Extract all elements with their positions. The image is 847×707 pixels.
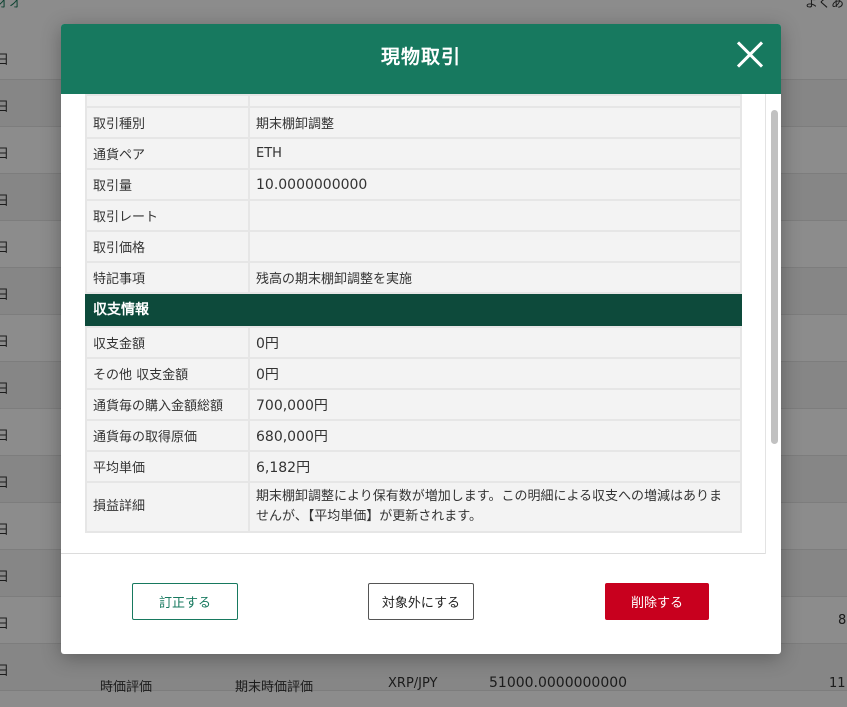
trade-detail-table: 取引種別 期末棚卸調整 通貨ペア ETH 取引量 10.0000000000 取引レー… [85,94,742,294]
section-title-income: 収支情報 [85,294,742,326]
row-label: 平均単価 [85,450,250,483]
exclude-button[interactable]: 対象外にする [368,583,474,620]
modal-body[interactable]: 取引種別 期末棚卸調整 通貨ペア ETH 取引量 10.0000000000 取引レー… [61,94,781,554]
table-row: 通貨毎の取得原価 680,000円 [85,419,742,452]
row-value: 0円 [248,326,742,359]
delete-button[interactable]: 削除する [605,583,709,620]
table-row: 特記事項 残高の期末棚卸調整を実施 [85,261,742,294]
correct-button[interactable]: 訂正する [132,583,238,620]
row-label: 通貨毎の取得原価 [85,419,250,452]
scrollbar[interactable] [765,94,781,554]
row-label: 取引レート [85,199,250,232]
table-row: 収支金額 0円 [85,326,742,359]
row-value: 残高の期末棚卸調整を実施 [248,261,742,294]
row-label: 取引種別 [85,106,250,139]
table-row: 平均単価 6,182円 [85,450,742,483]
row-value: ETH [248,137,742,170]
table-row: 通貨ペア ETH [85,137,742,170]
table-row: 損益詳細 期末棚卸調整により保有数が増加します。この明細による収支への増減はありま… [85,481,742,533]
row-value: 700,000円 [248,388,742,421]
row-value: 期末棚卸調整 [248,106,742,139]
row-value: 期末棚卸調整により保有数が増加します。この明細による収支への増減はありませんが、… [248,481,742,533]
row-value: 680,000円 [248,419,742,452]
row-label: 通貨毎の購入金額総額 [85,388,250,421]
row-label: 収支金額 [85,326,250,359]
row-value [248,199,742,232]
table-row: 取引価格 [85,230,742,263]
detail-scroll-area[interactable]: 取引種別 期末棚卸調整 通貨ペア ETH 取引量 10.0000000000 取引レー… [85,94,743,554]
scrollbar-thumb[interactable] [771,110,778,444]
table-row: 取引量 10.0000000000 [85,168,742,201]
table-row [85,94,742,108]
row-label: 損益詳細 [85,481,250,533]
row-label: 取引量 [85,168,250,201]
modal-footer: 訂正する 対象外にする 削除する [61,555,781,654]
row-value: 0円 [248,357,742,390]
table-row: 通貨毎の購入金額総額 700,000円 [85,388,742,421]
close-icon[interactable] [735,40,765,70]
modal-title: 現物取引 [380,46,461,68]
table-row: 取引レート [85,199,742,232]
table-row: その他 収支金額 0円 [85,357,742,390]
income-detail-table: 収支金額 0円 その他 収支金額 0円 通貨毎の購入金額総額 700,000円 通貨毎… [85,326,742,533]
row-value: 10.0000000000 [248,168,742,201]
row-label: 取引価格 [85,230,250,263]
row-value: 6,182円 [248,450,742,483]
row-value [248,230,742,263]
row-label: その他 収支金額 [85,357,250,390]
modal-header: 現物取引 [61,24,781,94]
spot-trade-modal: 現物取引 取引種別 期末棚卸調整 通貨ペア ETH 取引量 10.0000000000… [61,24,781,654]
row-label: 特記事項 [85,261,250,294]
table-row: 取引種別 期末棚卸調整 [85,106,742,139]
row-label: 通貨ペア [85,137,250,170]
